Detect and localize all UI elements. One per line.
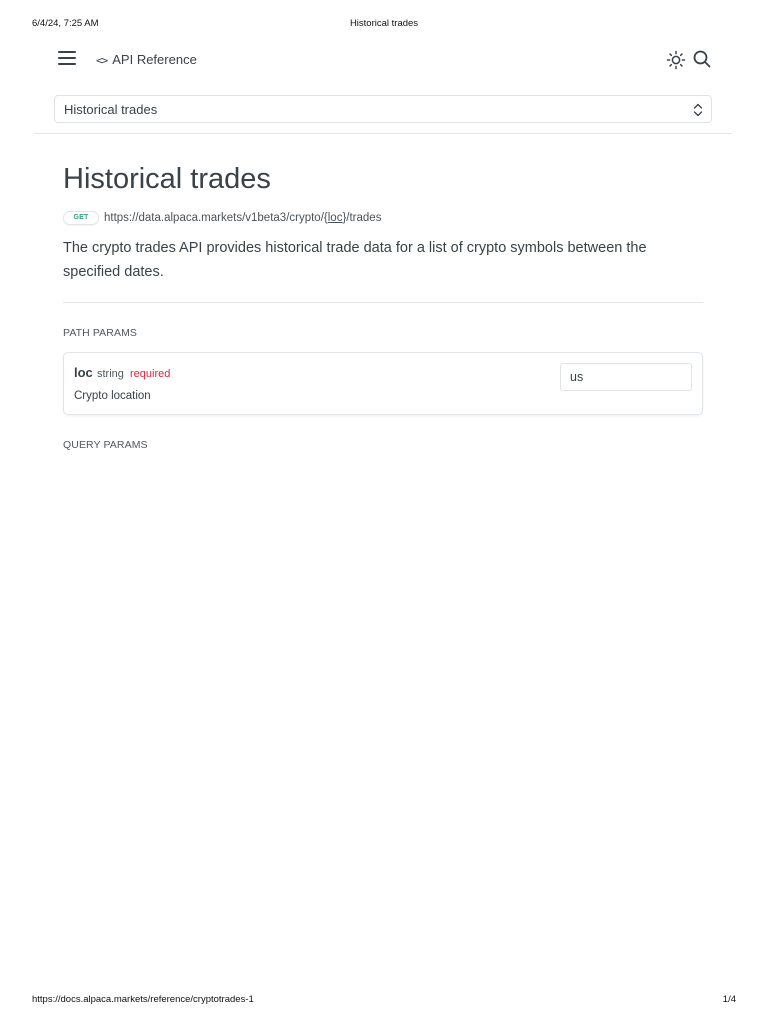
param-required-label: required (130, 368, 171, 380)
endpoint-description: The crypto trades API provides historica… (63, 240, 647, 280)
print-title: Historical trades (349, 18, 419, 29)
page-select-value: Historical trades (64, 102, 158, 117)
search-icon[interactable] (692, 49, 712, 69)
endpoint-url-prefix: https://data.alpaca.markets/v1beta3/cryp… (104, 211, 324, 224)
param-type: string (97, 368, 124, 380)
endpoint-url-variable: loc (327, 211, 343, 224)
loc-param-input[interactable] (560, 363, 692, 391)
param-description: Crypto location (74, 390, 151, 402)
endpoint-url-suffix: /trades (346, 211, 382, 224)
top-navigation: <> API Reference (56, 44, 712, 76)
print-url: https://docs.alpaca.markets/reference/cr… (32, 994, 254, 1005)
query-params-label: QUERY PARAMS (63, 439, 148, 451)
code-brackets-icon: <> (96, 54, 108, 67)
print-page-number: 1/4 (722, 994, 736, 1005)
method-label: GET (73, 213, 89, 221)
endpoint-line: GET https://data.alpaca.markets/v1beta3/… (63, 209, 381, 225)
api-reference-link[interactable]: <> API Reference (96, 52, 197, 67)
print-header: 6/4/24, 7:25 AM Historical trades (0, 18, 768, 32)
content-divider (63, 302, 703, 303)
endpoint-url: https://data.alpaca.markets/v1beta3/cryp… (104, 212, 381, 224)
param-card-loc: loc string required Crypto location (63, 352, 703, 415)
hamburger-icon[interactable] (58, 51, 76, 67)
page-title: Historical trades (63, 163, 271, 195)
print-footer: https://docs.alpaca.markets/reference/cr… (0, 994, 768, 1008)
path-params-label: PATH PARAMS (63, 327, 138, 339)
header-divider (34, 133, 732, 134)
api-reference-label: API Reference (112, 52, 197, 67)
sun-icon[interactable] (666, 50, 686, 70)
page-select[interactable]: Historical trades (54, 95, 712, 123)
param-name: loc (74, 365, 93, 380)
chevron-up-down-icon (693, 103, 703, 117)
method-badge: GET (63, 210, 99, 225)
